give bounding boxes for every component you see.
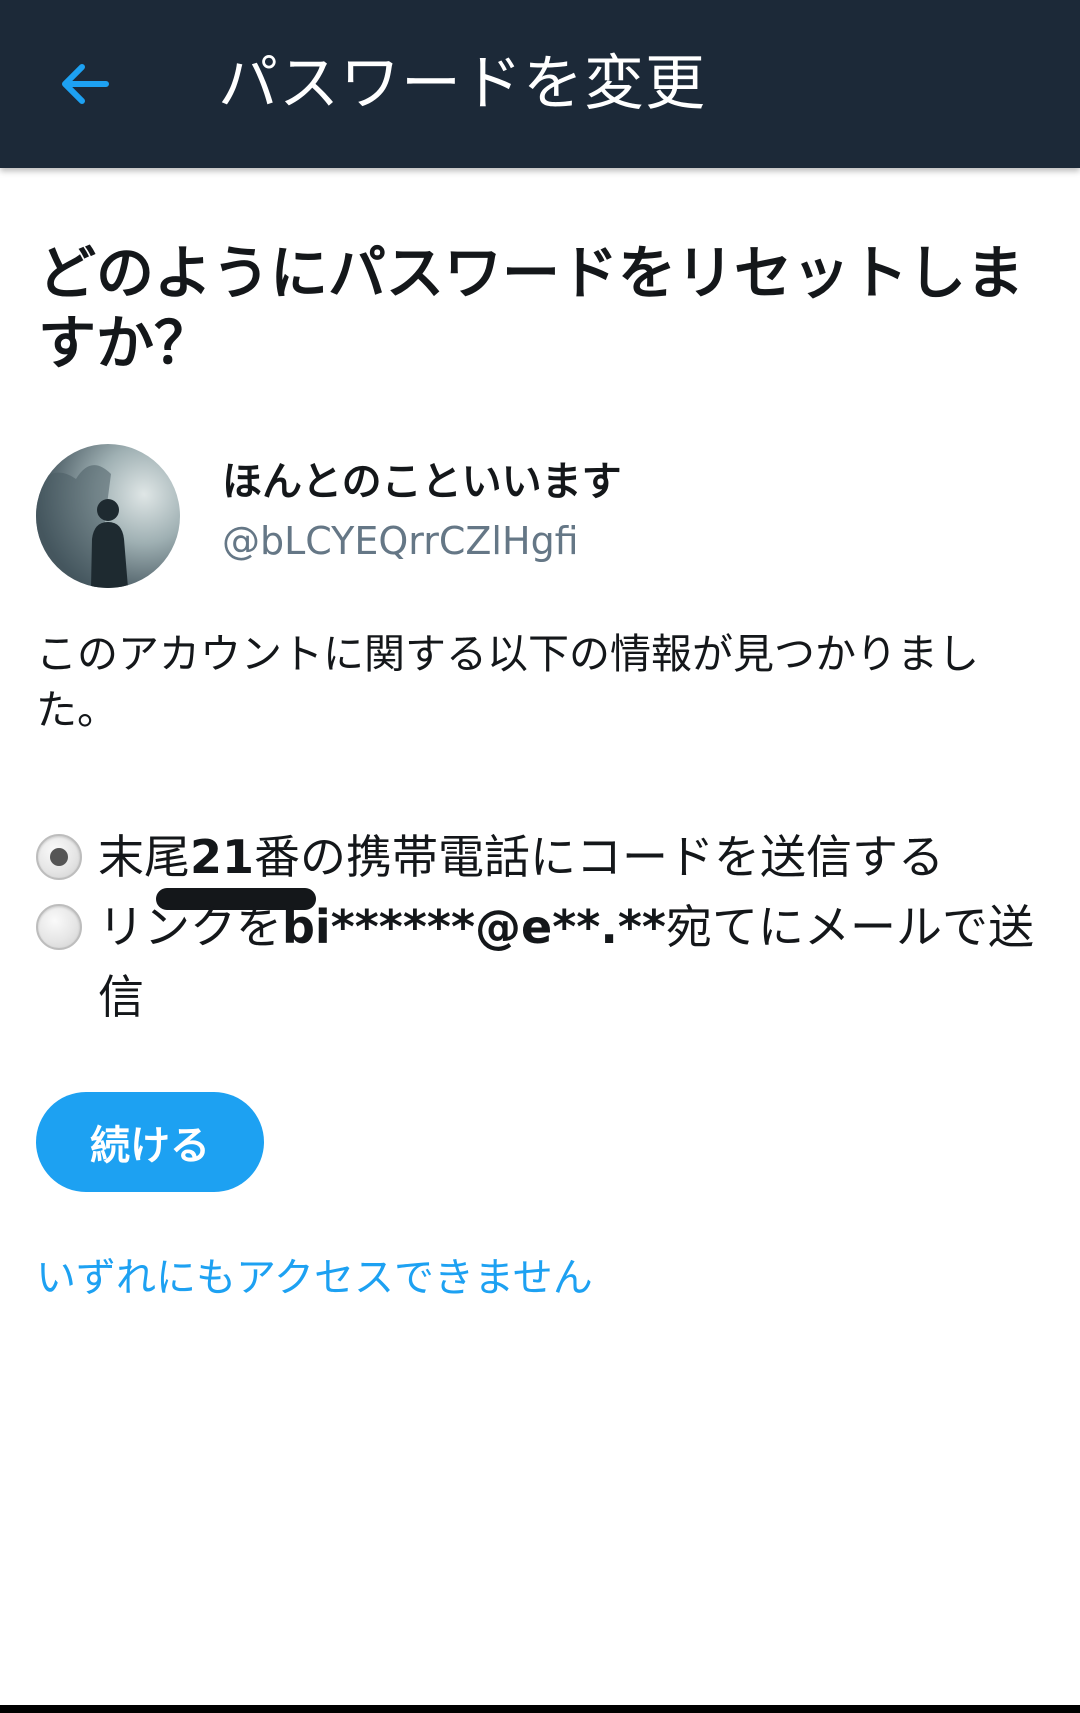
email-option-prefix: リンクを (98, 900, 282, 954)
arrow-left-icon (62, 64, 109, 104)
option-email-link[interactable]: リンクをbi******@e**.**宛てにメールで送信 (36, 900, 1046, 1032)
phone-option-prefix: 末尾 (98, 830, 190, 884)
continue-button[interactable]: 続ける (36, 1092, 264, 1192)
system-nav-strip (0, 1705, 1080, 1713)
page-title: パスワードを変更 (218, 49, 706, 119)
screen-name: @bLCYEQrrCZlHgfi (222, 519, 579, 563)
phone-option-label: 末尾21番の携帯電話にコードを送信する (36, 822, 1046, 892)
account-info-description: このアカウントに関する以下の情報が見つかりました。 (36, 630, 979, 734)
avatar-image (36, 444, 180, 588)
masked-email: bi******@e**.** (282, 900, 666, 954)
password-reset-screen: パスワードを変更 どのようにパスワードをリセットしますか？ ほんとのこといいます… (0, 0, 1080, 1713)
back-button[interactable] (44, 44, 124, 124)
no-access-link[interactable]: いずれにもアクセスできません (36, 1252, 593, 1304)
email-radio[interactable] (36, 904, 82, 950)
avatar (36, 444, 180, 588)
phone-option-suffix: 番の携帯電話にコードを送信する (254, 830, 945, 884)
option-phone-code[interactable]: 末尾21番の携帯電話にコードを送信する (36, 830, 1046, 910)
reset-method-heading: どのようにパスワードをリセットしますか？ (38, 239, 1025, 377)
top-app-bar: パスワードを変更 (0, 0, 1080, 168)
phone-last-digits: 21 (190, 830, 255, 884)
email-option-label: リンクをbi******@e**.**宛てにメールで送信 (36, 892, 1046, 1032)
display-name: ほんとのこといいます (222, 459, 622, 505)
phone-radio[interactable] (36, 834, 82, 880)
